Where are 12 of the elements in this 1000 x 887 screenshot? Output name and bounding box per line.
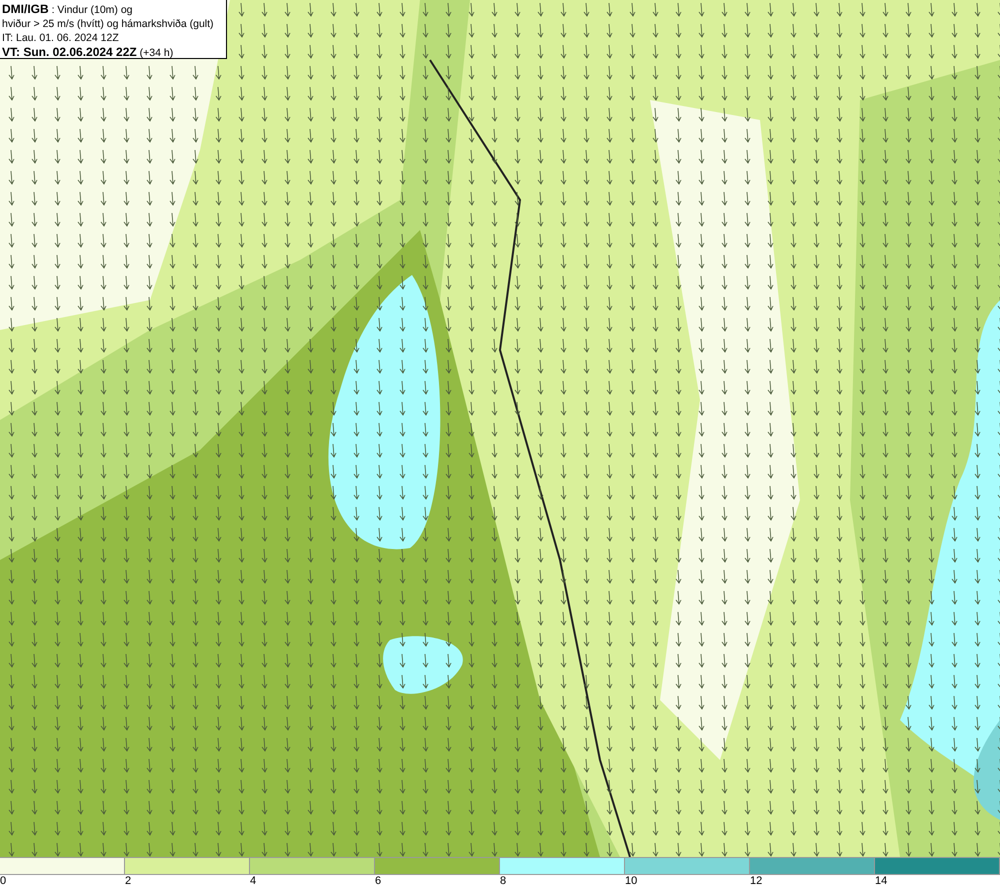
scale-label: 0	[0, 875, 6, 887]
scale-label: 14	[875, 875, 888, 887]
info-text: VT: Sun. 02.06.2024 22Z (+34 h)	[2, 45, 174, 60]
scale-label: 4	[250, 875, 256, 887]
scale-label: 8	[500, 875, 506, 887]
info-text: IT: Lau. 01. 06. 2024 12Z	[2, 31, 120, 45]
scale-label: 12	[750, 875, 762, 887]
scale-label: 6	[375, 875, 382, 887]
info-text: DMI/IGB : Vindur (10m) og	[2, 2, 134, 17]
scale-label: 10	[625, 875, 638, 887]
info-text: hviður > 25 m/s (hvítt) og hámarkshviða (gult)	[2, 17, 215, 31]
scale-label: 2	[125, 875, 132, 887]
